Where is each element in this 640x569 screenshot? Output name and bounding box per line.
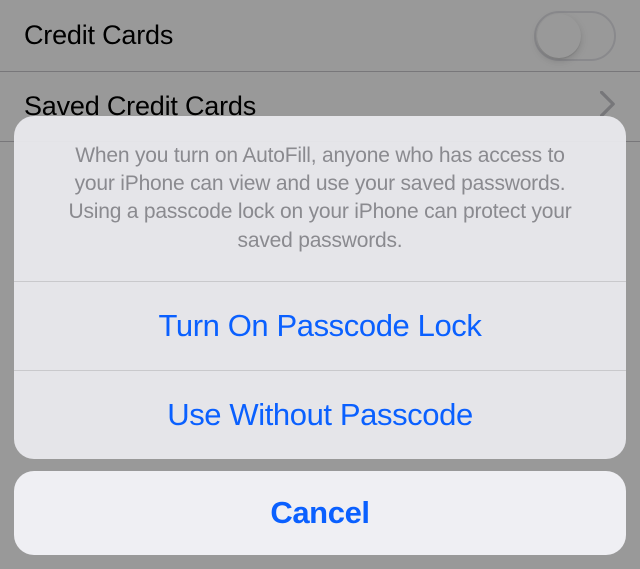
cancel-button[interactable]: Cancel	[14, 471, 626, 555]
action-sheet-main: When you turn on AutoFill, anyone who ha…	[14, 116, 626, 459]
action-sheet: When you turn on AutoFill, anyone who ha…	[14, 116, 626, 555]
turn-on-passcode-button[interactable]: Turn On Passcode Lock	[14, 282, 626, 371]
use-without-passcode-button[interactable]: Use Without Passcode	[14, 371, 626, 459]
action-sheet-message: When you turn on AutoFill, anyone who ha…	[14, 116, 626, 282]
action-sheet-cancel-group: Cancel	[14, 471, 626, 555]
